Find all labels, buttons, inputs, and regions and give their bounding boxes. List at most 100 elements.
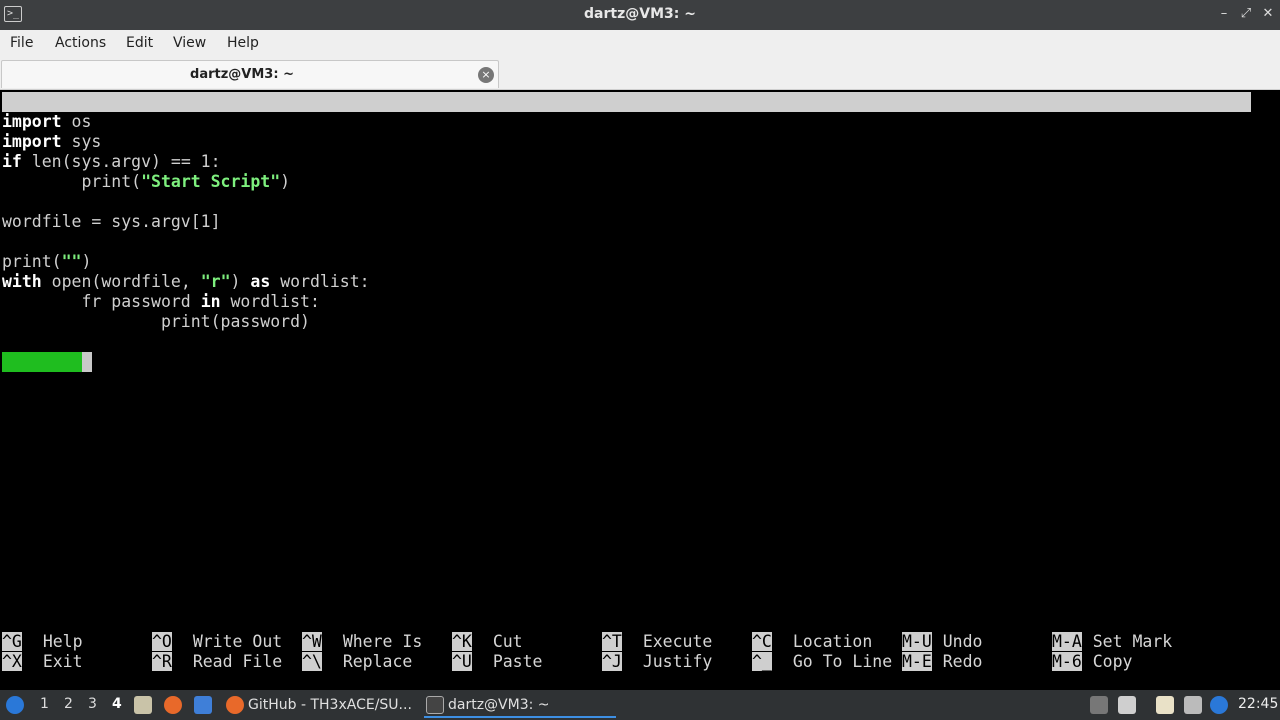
- menu-edit[interactable]: Edit: [126, 35, 153, 51]
- network-icon[interactable]: [1184, 696, 1202, 714]
- code-keyword: with: [2, 272, 42, 291]
- code-line[interactable]: print(password): [2, 312, 310, 332]
- code-text: wordlist:: [270, 272, 370, 291]
- code-line[interactable]: with open(wordfile, "r") as wordlist:: [2, 272, 370, 292]
- shortcut-key: ^\: [302, 652, 322, 671]
- clipboard-icon[interactable]: [1156, 696, 1174, 714]
- shortcut-key: M-A: [1052, 632, 1082, 651]
- shortcut-label: Undo: [942, 632, 983, 651]
- window-title: dartz@VM3: ~: [584, 6, 696, 22]
- terminal-area[interactable]: GNU nano 5.6.1 script.py * import os impo…: [0, 90, 1280, 690]
- desktop-2[interactable]: 2: [64, 696, 73, 712]
- notification-icon[interactable]: [1210, 696, 1228, 714]
- shortcut-key: ^X: [2, 652, 22, 671]
- menu-view[interactable]: View: [173, 35, 206, 51]
- code-string: "": [61, 252, 82, 271]
- code-line[interactable]: wordfile = sys.argv[1]: [2, 212, 221, 232]
- volume-icon[interactable]: [1118, 696, 1136, 714]
- shortcut-key: M-6: [1052, 652, 1082, 671]
- firefox-icon: [226, 696, 244, 714]
- desktop-3[interactable]: 3: [88, 696, 97, 712]
- shortcut-key: M-E: [902, 652, 932, 671]
- shortcut-go-to-line[interactable]: ^_ Go To Line: [752, 652, 892, 672]
- menu-file[interactable]: File: [10, 35, 33, 51]
- shortcut-help[interactable]: ^G Help: [2, 632, 83, 652]
- shortcut-read-file[interactable]: ^R Read File: [152, 652, 282, 672]
- shortcut-key: ^C: [752, 632, 772, 651]
- code-line[interactable]: print(""): [2, 252, 91, 272]
- tab-bar: dartz@VM3: ~ ×: [0, 58, 1280, 90]
- firefox-launcher-icon[interactable]: [164, 696, 182, 714]
- code-text: ): [280, 172, 291, 191]
- terminal-icon: [426, 696, 444, 714]
- code-text: print(: [2, 252, 62, 271]
- shortcut-redo[interactable]: M-E Redo: [902, 652, 983, 672]
- code-line[interactable]: import os: [2, 112, 91, 132]
- tray-up-icon[interactable]: [1090, 696, 1108, 714]
- terminal-tab[interactable]: dartz@VM3: ~ ×: [1, 60, 499, 88]
- shortcut-label: Cut: [492, 632, 523, 651]
- shortcut-key: M-U: [902, 632, 932, 651]
- shortcut-label: Justify: [642, 652, 713, 671]
- shortcut-where-is[interactable]: ^W Where Is: [302, 632, 422, 652]
- shortcut-set-mark[interactable]: M-A Set Mark: [1052, 632, 1172, 652]
- desktop-4[interactable]: 4: [112, 696, 122, 712]
- shortcut-label: Exit: [42, 652, 83, 671]
- code-text: ): [81, 252, 92, 271]
- code-text: wordfile = sys.argv[1]: [2, 212, 221, 231]
- code-line[interactable]: if len(sys.argv) == 1:: [2, 152, 221, 172]
- code-string: "r": [200, 272, 231, 291]
- shortcut-copy[interactable]: M-6 Copy: [1052, 652, 1133, 672]
- code-text: print(: [2, 172, 142, 191]
- code-keyword: import: [2, 132, 62, 151]
- file-manager-icon[interactable]: [134, 696, 152, 714]
- code-keyword: as: [250, 272, 271, 291]
- tab-close-icon[interactable]: ×: [478, 67, 494, 83]
- shortcut-label: Paste: [492, 652, 543, 671]
- maximize-icon[interactable]: ⤢: [1236, 4, 1256, 24]
- shortcut-execute[interactable]: ^T Execute: [602, 632, 712, 652]
- shortcut-key: ^K: [452, 632, 472, 651]
- task-terminal[interactable]: dartz@VM3: ~: [424, 692, 616, 718]
- code-text: os: [61, 112, 92, 131]
- minimize-icon[interactable]: –: [1214, 4, 1234, 24]
- code-text: print(password): [2, 312, 310, 331]
- shortcut-label: Copy: [1092, 652, 1133, 671]
- shortcut-key: ^_: [752, 652, 772, 671]
- shortcut-exit[interactable]: ^X Exit: [2, 652, 83, 672]
- shortcut-label: Read File: [192, 652, 283, 671]
- task-label: GitHub - TH3xACE/SU...: [248, 697, 412, 713]
- shortcut-key: ^O: [152, 632, 172, 651]
- shortcut-location[interactable]: ^C Location: [752, 632, 872, 652]
- selection-highlight: [2, 352, 84, 372]
- menu-actions[interactable]: Actions: [55, 35, 106, 51]
- code-line[interactable]: fr password in wordlist:: [2, 292, 319, 312]
- code-line[interactable]: import sys: [2, 132, 101, 152]
- shortcut-justify[interactable]: ^J Justify: [602, 652, 712, 672]
- close-icon[interactable]: ✕: [1258, 4, 1278, 24]
- code-text: len(sys.argv) == 1:: [21, 152, 221, 171]
- shortcut-paste[interactable]: ^U Paste: [452, 652, 542, 672]
- shortcut-undo[interactable]: M-U Undo: [902, 632, 983, 652]
- shortcut-label: Location: [792, 632, 873, 651]
- menu-help[interactable]: Help: [227, 35, 259, 51]
- shortcut-write-out[interactable]: ^O Write Out: [152, 632, 282, 652]
- clock: 22:45: [1238, 696, 1279, 712]
- task-firefox[interactable]: GitHub - TH3xACE/SU...: [224, 692, 420, 718]
- terminal-launcher-icon[interactable]: [194, 696, 212, 714]
- desktop-1[interactable]: 1: [40, 696, 49, 712]
- shortcut-cut[interactable]: ^K Cut: [452, 632, 523, 652]
- terminal-scrollbar[interactable]: [1252, 90, 1280, 690]
- shortcut-key: ^U: [452, 652, 472, 671]
- shortcut-label: Execute: [642, 632, 713, 651]
- shortcut-label: Where Is: [342, 632, 423, 651]
- shortcut-label: Set Mark: [1092, 632, 1173, 651]
- code-keyword: if: [2, 152, 22, 171]
- shortcut-key: ^G: [2, 632, 22, 651]
- shortcut-label: Go To Line: [792, 652, 893, 671]
- shortcut-replace[interactable]: ^\ Replace: [302, 652, 412, 672]
- code-line[interactable]: print("Start Script"): [2, 172, 290, 192]
- code-text: open(wordfile,: [41, 272, 201, 291]
- menu-bar: File Actions Edit View Help: [0, 30, 1280, 58]
- start-menu-icon[interactable]: [6, 696, 24, 714]
